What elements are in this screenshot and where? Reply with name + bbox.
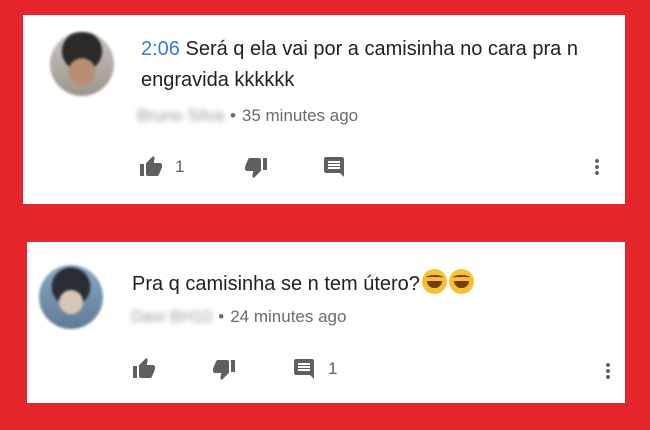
comment-card: 2:06 Será q ela vai por a camisinha no c… — [23, 15, 625, 204]
tears-of-joy-emoji-icon — [448, 269, 474, 294]
more-vert-icon[interactable] — [596, 359, 620, 383]
thumb-down-icon[interactable] — [244, 155, 268, 179]
thumb-down-icon[interactable] — [212, 357, 236, 381]
separator-dot: • — [229, 106, 236, 125]
comment-body: Será q ela vai por a camisinha no cara p… — [141, 38, 578, 91]
comment-body: Pra q camisinha se n tem útero? — [132, 273, 420, 295]
author-name[interactable]: Bruno Silva — [137, 106, 224, 126]
comment-meta: Bruno Silva • 35 minutes ago — [137, 106, 358, 126]
comment-actions: 1 — [139, 155, 346, 179]
thumb-up-icon[interactable] — [132, 357, 156, 381]
separator-dot: • — [218, 307, 225, 326]
like-count: 1 — [175, 157, 185, 176]
author-name[interactable]: Davi BH10 — [131, 307, 212, 327]
time-ago: 35 minutes ago — [241, 106, 359, 125]
timestamp-link[interactable]: 2:06 — [141, 38, 180, 60]
comment-meta: Davi BH10 • 24 minutes ago — [131, 307, 346, 327]
avatar[interactable] — [39, 265, 103, 329]
reply-count: 1 — [328, 359, 338, 378]
time-ago: 24 minutes ago — [230, 307, 347, 326]
comment-actions: 1 — [132, 357, 337, 381]
comment-card: Pra q camisinha se n tem útero? Davi BH1… — [27, 242, 625, 403]
comment-text: 2:06 Será q ela vai por a camisinha no c… — [141, 34, 601, 96]
avatar[interactable] — [50, 32, 114, 96]
comment-text: Pra q camisinha se n tem útero? — [132, 269, 602, 300]
thumb-up-icon[interactable] — [139, 155, 163, 179]
comment-icon[interactable] — [292, 357, 316, 381]
tears-of-joy-emoji-icon — [421, 269, 447, 294]
more-vert-icon[interactable] — [585, 155, 609, 179]
comment-icon[interactable] — [322, 155, 346, 179]
